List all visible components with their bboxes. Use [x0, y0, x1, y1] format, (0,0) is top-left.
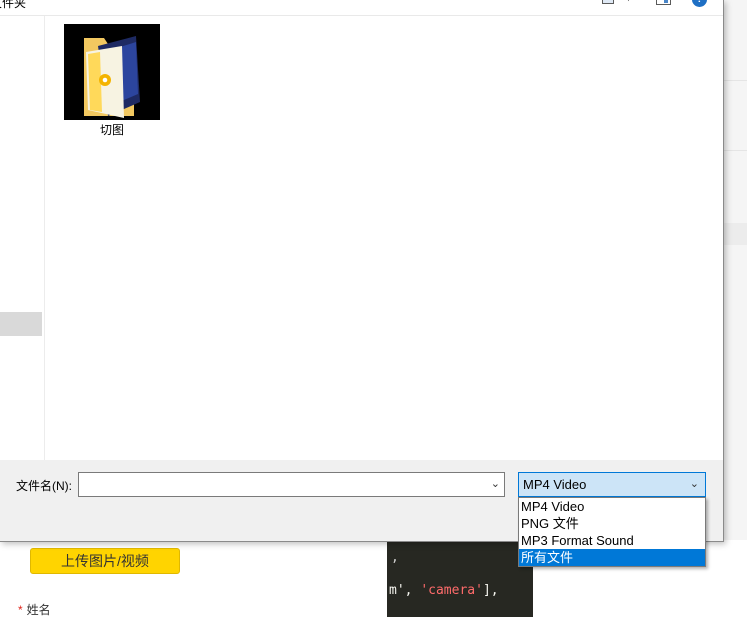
file-type-selected: MP4 Video — [523, 477, 587, 492]
filename-input[interactable]: ⌄ — [78, 472, 505, 497]
code-token: ], — [482, 583, 499, 598]
required-mark: * — [18, 603, 23, 617]
file-open-dialog: 文件夹 ▼ ? 切图 文件名(N): ⌄ MP4 Vid — [0, 0, 724, 567]
chevron-down-icon[interactable]: ⌄ — [491, 477, 500, 490]
dialog-toolbar: 文件夹 ▼ ? — [0, 0, 723, 16]
help-icon[interactable]: ? — [692, 0, 707, 7]
file-type-option[interactable]: MP3 Format Sound — [519, 532, 705, 549]
code-line: m', 'camera'], — [389, 583, 499, 598]
filename-label: 文件名(N): — [16, 479, 72, 493]
folder-item[interactable]: 切图 — [62, 23, 162, 138]
file-type-select[interactable]: MP4 Video ⌄ — [518, 472, 706, 497]
background-panel — [723, 0, 747, 540]
code-string: 'camera' — [420, 583, 483, 598]
name-field-label: * 姓名 — [18, 601, 51, 618]
file-type-option[interactable]: 所有文件 — [519, 549, 705, 566]
folder-thumbnail — [64, 24, 160, 120]
folder-name: 切图 — [99, 123, 124, 137]
chevron-down-icon[interactable]: ⌄ — [690, 473, 699, 496]
file-type-option[interactable]: MP4 Video — [519, 498, 705, 515]
nav-selected-item[interactable] — [0, 312, 42, 336]
file-type-dropdown[interactable]: MP4 Video PNG 文件 MP3 Format Sound 所有文件 — [518, 497, 706, 567]
view-options-icon[interactable] — [602, 0, 614, 4]
background-divider — [723, 150, 747, 151]
code-snippet: , m', 'camera'], — [387, 540, 533, 617]
code-token: m', — [389, 583, 421, 598]
new-folder-button[interactable]: 文件夹 — [0, 0, 26, 11]
background-divider — [723, 80, 747, 81]
file-type-option[interactable]: PNG 文件 — [519, 515, 705, 532]
code-line: , — [391, 550, 399, 565]
preview-pane-icon[interactable] — [656, 0, 671, 5]
navigation-pane[interactable] — [0, 16, 45, 460]
name-label-text: 姓名 — [26, 603, 51, 617]
chevron-down-icon[interactable]: ▼ — [624, 0, 633, 3]
upload-media-button[interactable]: 上传图片/视频 — [30, 548, 180, 574]
background-band — [723, 223, 747, 245]
folder-icon — [64, 24, 160, 120]
